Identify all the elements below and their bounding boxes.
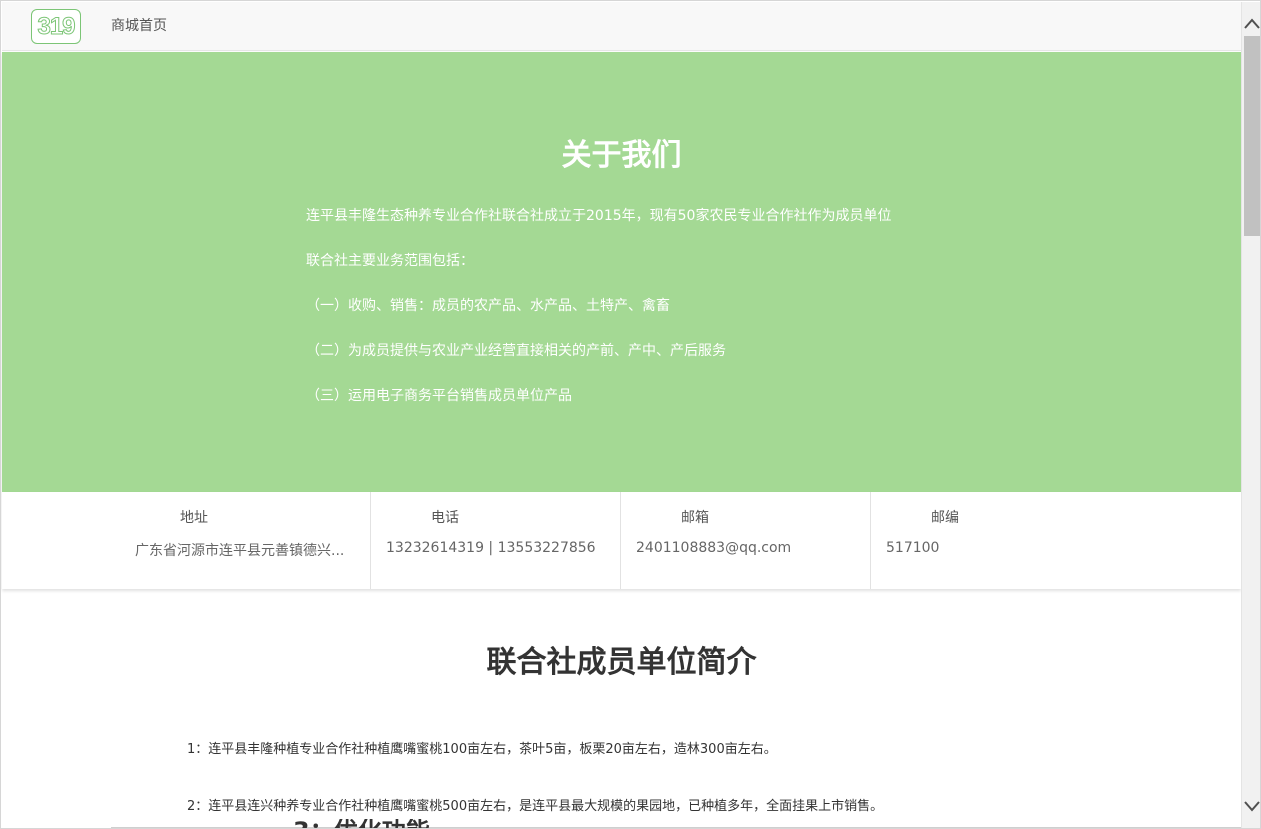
business-scope-heading: 联合社主要业务范围包括： xyxy=(306,253,474,269)
email-label: 邮箱 xyxy=(681,510,709,526)
about-us-title: 关于我们 xyxy=(561,138,682,173)
phone-value: 13232614319 | 13553227856 xyxy=(386,540,596,556)
scroll-up-button[interactable] xyxy=(1242,2,1260,32)
member-item-1: 1：连平县丰隆种植专业合作社种植鹰嘴蜜桃100亩左右，茶叶5亩，板栗20亩左右，… xyxy=(187,742,777,757)
postcode-value: 517100 xyxy=(886,540,940,556)
scroll-down-button[interactable] xyxy=(1242,799,1260,828)
top-navbar: 319 商城首页 xyxy=(2,2,1241,51)
nav-link-store-home[interactable]: 商城首页 xyxy=(111,2,167,51)
member-item-2: 2：连平县连兴种养专业合作社种植鹰嘴蜜桃500亩左右，是连平县最大规模的果园地，… xyxy=(187,799,884,814)
about-us-banner: 关于我们 连平县丰隆生态种养专业合作社联合社成立于2015年，现有50家农民专业… xyxy=(2,52,1241,492)
site-logo[interactable]: 319 xyxy=(31,9,81,44)
vertical-scrollbar[interactable] xyxy=(1241,2,1260,828)
business-scope-item-1: （一）收购、销售：成员的农产品、水产品、土特产、禽畜 xyxy=(306,298,670,314)
partial-heading-offscreen: 3：优化功能 xyxy=(293,819,430,828)
chevron-up-icon xyxy=(1244,18,1260,29)
contact-postcode-cell: 邮编 517100 xyxy=(870,492,1241,589)
about-intro-text: 连平县丰隆生态种养专业合作社联合社成立于2015年，现有50家农民专业合作社作为… xyxy=(306,208,892,224)
contact-address-cell: 地址 广东省河源市连平县元善镇德兴... xyxy=(2,492,370,589)
business-scope-item-3: （三）运用电子商务平台销售成员单位产品 xyxy=(306,388,572,404)
section-divider xyxy=(111,827,1241,828)
address-value: 广东省河源市连平县元善镇德兴... xyxy=(135,543,345,559)
contact-info-strip: 地址 广东省河源市连平县元善镇德兴... 电话 13232614319 | 13… xyxy=(2,492,1241,589)
members-section-title: 联合社成员单位简介 xyxy=(486,645,757,680)
logo-text: 319 xyxy=(37,13,76,41)
phone-label: 电话 xyxy=(431,510,459,526)
scrollbar-thumb[interactable] xyxy=(1244,36,1260,236)
contact-phone-cell: 电话 13232614319 | 13553227856 xyxy=(370,492,620,589)
chevron-down-icon xyxy=(1244,801,1260,812)
address-label: 地址 xyxy=(180,510,208,526)
contact-email-cell: 邮箱 2401108883@qq.com xyxy=(620,492,870,589)
business-scope-item-2: （二）为成员提供与农业产业经营直接相关的产前、产中、产后服务 xyxy=(306,343,726,359)
postcode-label: 邮编 xyxy=(931,510,959,526)
browser-viewport: 319 商城首页 关于我们 连平县丰隆生态种养专业合作社联合社成立于2015年，… xyxy=(0,0,1261,829)
email-value: 2401108883@qq.com xyxy=(636,540,792,556)
